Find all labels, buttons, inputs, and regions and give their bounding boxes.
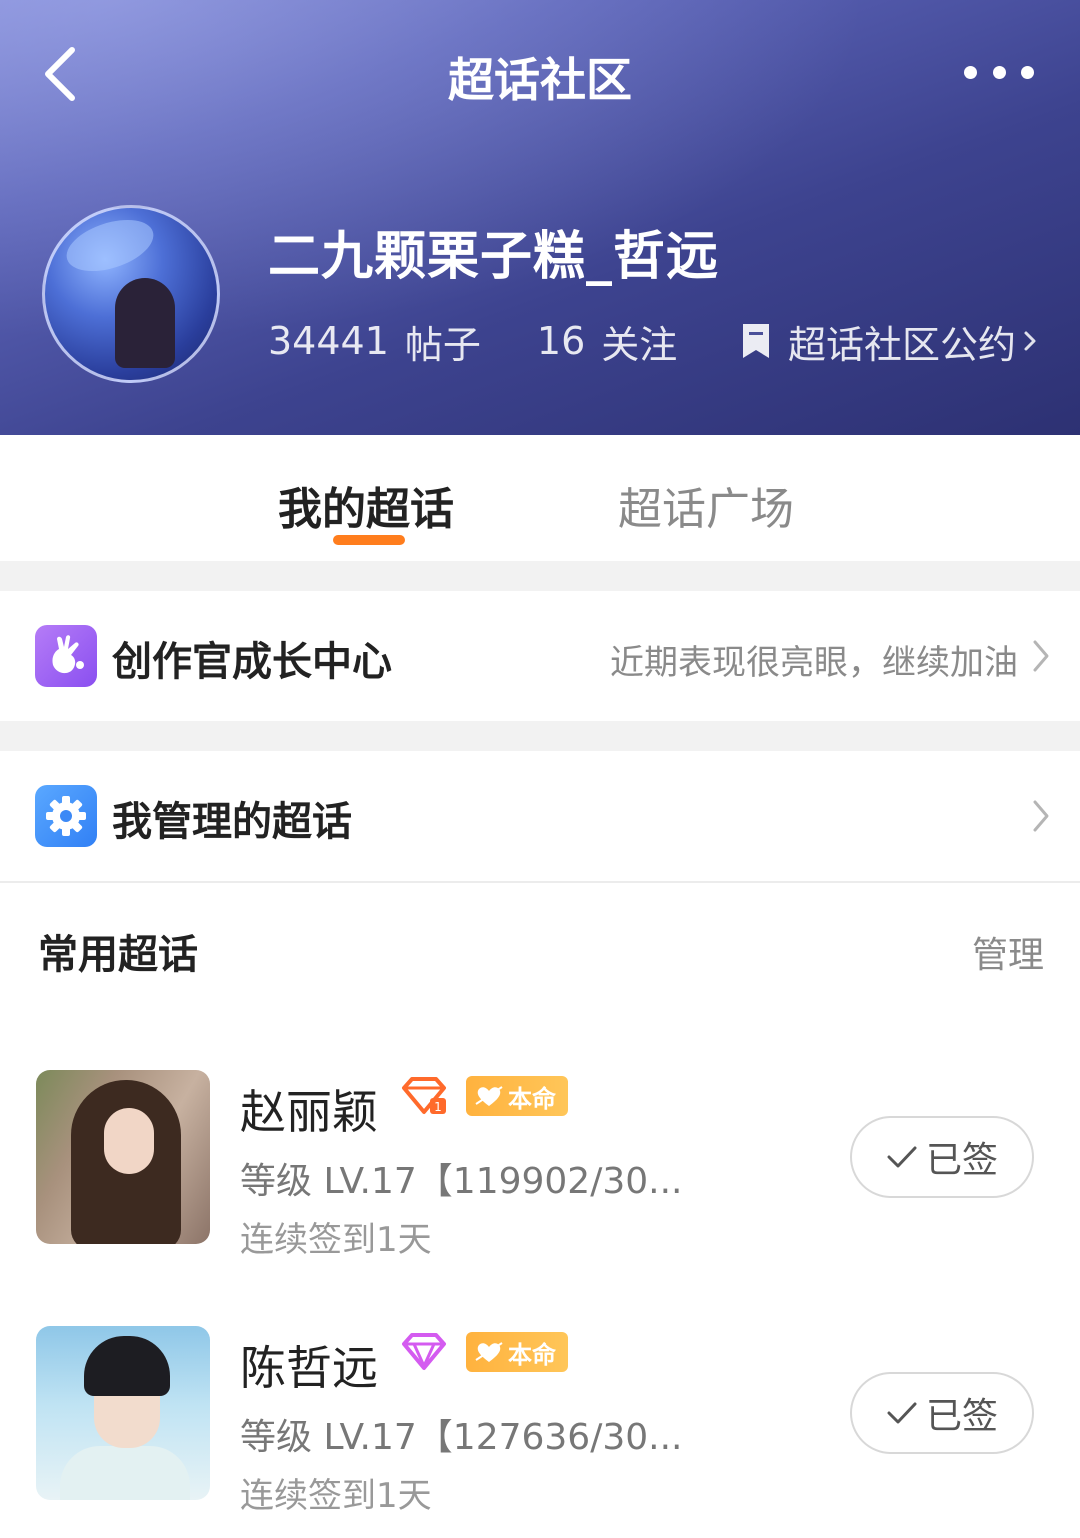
posts-count: 34441 (268, 319, 389, 363)
page-title: 超话社区 (448, 53, 632, 107)
more-dot-icon (1021, 65, 1034, 79)
creator-center-label: 创作官成长中心 (112, 639, 392, 685)
active-tab-indicator (333, 535, 405, 545)
life-badge-label: 本命 (508, 1340, 556, 1369)
avatar-decoration (60, 210, 160, 281)
chevron-right-icon (1033, 640, 1049, 672)
gear-icon (46, 796, 86, 836)
heart-arrow-icon (475, 1086, 503, 1106)
check-icon (887, 1146, 917, 1168)
manage-link[interactable]: 管理 (972, 926, 1044, 978)
svg-text:1: 1 (434, 1100, 442, 1114)
creator-center-icon (35, 625, 97, 687)
topic-thumbnail[interactable] (36, 1070, 210, 1244)
topic-streak: 连续签到1天 (240, 1220, 432, 1260)
life-badge: 本命 (466, 1332, 568, 1372)
topic-list-item[interactable]: 赵丽颖 1 本命 等级 LV.17【119902/30... 连续签到1天 已签 (0, 1070, 1080, 1260)
avatar-figure (115, 278, 175, 368)
rules-label: 超话社区公约 (787, 322, 1016, 367)
more-dot-icon (992, 65, 1006, 79)
frequent-topics-title: 常用超话 (38, 932, 198, 978)
creator-center-hint: 近期表现很亮眼，继续加油 (610, 643, 1018, 683)
community-name: 二九颗栗子糕_哲远 (268, 227, 720, 287)
topic-thumbnail[interactable] (36, 1326, 210, 1500)
topic-level: 等级 LV.17【119902/30... (240, 1161, 683, 1202)
topic-name: 陈哲远 (240, 1341, 378, 1395)
topic-level: 等级 LV.17【127636/30... (240, 1417, 683, 1458)
topic-streak: 连续签到1天 (240, 1476, 432, 1516)
purple-gem-badge-icon (402, 1333, 446, 1370)
creator-center-row[interactable]: 创作官成长中心 近期表现很亮眼，继续加油 (0, 591, 1080, 721)
more-button[interactable] (964, 60, 1034, 84)
chevron-right-icon (1033, 800, 1049, 832)
chevron-right-icon (1024, 331, 1036, 351)
bookmark-icon (742, 324, 769, 358)
community-avatar[interactable] (42, 205, 220, 383)
topic-list-item[interactable]: 陈哲远 本命 等级 LV.17【127636/30... 连续签到1天 已签 (0, 1326, 1080, 1516)
tab-topic-plaza[interactable]: 超话广场 (618, 473, 794, 537)
posts-stat[interactable]: 34441 帖子 (268, 314, 481, 369)
follow-stat[interactable]: 16 关注 (537, 314, 677, 369)
managed-topics-label: 我管理的超话 (112, 799, 352, 845)
signed-label: 已签 (925, 1396, 998, 1437)
follow-label: 关注 (601, 322, 678, 367)
community-header: 超话社区 二九颗栗子糕_哲远 34441 帖子 16 关注 超话社区公约 (0, 0, 1080, 435)
managed-topics-row[interactable]: 我管理的超话 (0, 751, 1080, 883)
tab-my-topics[interactable]: 我的超话 (278, 473, 454, 537)
life-badge-label: 本命 (508, 1084, 556, 1113)
thumbnail-figure (60, 1446, 190, 1500)
thumbnail-face (104, 1108, 154, 1174)
life-badge: 本命 (466, 1076, 568, 1116)
section-divider (0, 721, 1080, 751)
signed-button[interactable]: 已签 (850, 1372, 1034, 1454)
hand-gesture-icon (52, 635, 84, 674)
signed-button[interactable]: 已签 (850, 1116, 1034, 1198)
tab-bar: 我的超话 超话广场 (0, 435, 1080, 561)
topic-name: 赵丽颖 (240, 1085, 378, 1139)
section-divider (0, 561, 1080, 591)
community-rules-link[interactable]: 超话社区公约 (740, 316, 1038, 367)
thumbnail-hair (84, 1336, 170, 1396)
managed-topics-icon (35, 785, 97, 847)
more-dot-icon (964, 65, 977, 79)
orange-gem-badge-icon: 1 (402, 1077, 446, 1114)
follow-count: 16 (536, 319, 586, 363)
check-icon (887, 1402, 917, 1424)
posts-label: 帖子 (404, 322, 481, 367)
heart-arrow-icon (475, 1342, 503, 1362)
signed-label: 已签 (925, 1140, 998, 1181)
